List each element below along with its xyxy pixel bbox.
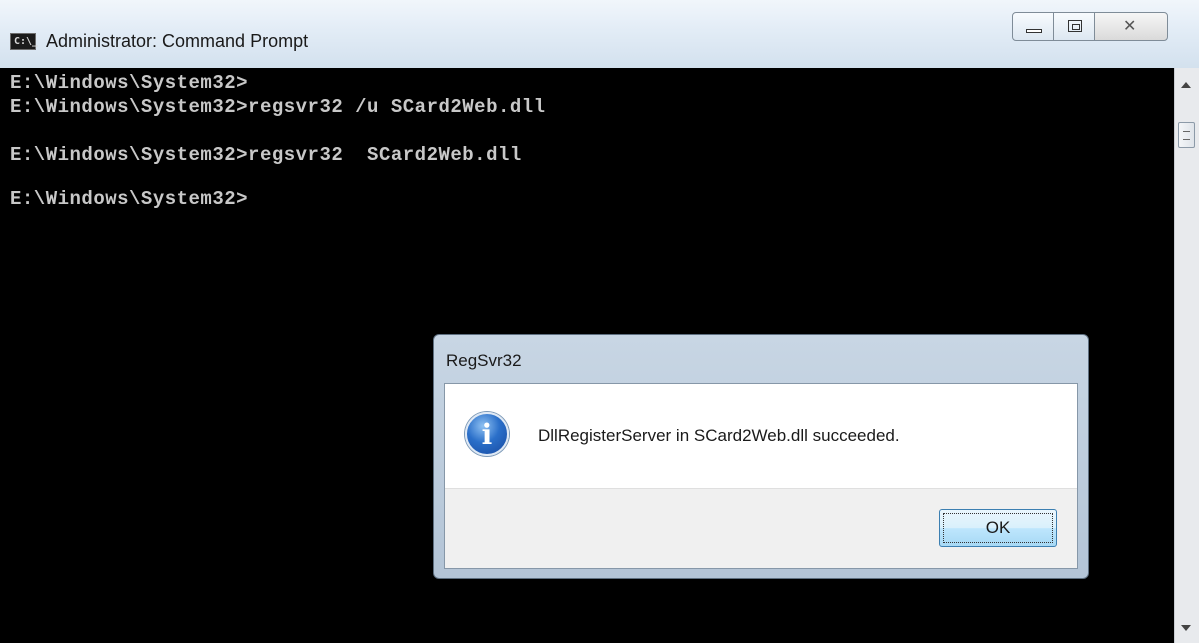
caption-buttons: ✕ (1012, 12, 1168, 43)
maximize-button[interactable] (1053, 12, 1095, 41)
console-line: E:\Windows\System32> (10, 72, 249, 94)
console-line: E:\Windows\System32>regsvr32 /u SCard2We… (10, 96, 546, 118)
minimize-icon (1026, 29, 1042, 33)
close-button[interactable]: ✕ (1094, 12, 1168, 41)
dialog-footer: OK (445, 488, 1077, 568)
vertical-scrollbar[interactable] (1174, 68, 1199, 643)
regsvr32-dialog: RegSvr32 i DllRegisterServer in SCard2We… (433, 334, 1089, 579)
title-bar[interactable]: C:\_ Administrator: Command Prompt ✕ (0, 0, 1199, 69)
close-icon: ✕ (1123, 16, 1137, 35)
ok-button[interactable]: OK (939, 509, 1057, 547)
info-icon: i (465, 412, 509, 456)
scroll-thumb[interactable] (1178, 122, 1195, 148)
console-line: E:\Windows\System32>regsvr32 SCard2Web.d… (10, 144, 522, 166)
dialog-body: i DllRegisterServer in SCard2Web.dll suc… (444, 383, 1078, 569)
console-icon: C:\_ (10, 33, 38, 50)
ok-button-label: OK (985, 518, 1011, 537)
minimize-button[interactable] (1012, 12, 1054, 41)
dialog-title: RegSvr32 (446, 351, 522, 370)
dialog-content: i DllRegisterServer in SCard2Web.dll suc… (445, 384, 1077, 488)
dialog-message: DllRegisterServer in SCard2Web.dll succe… (538, 426, 900, 445)
scroll-down-icon[interactable] (1181, 625, 1191, 631)
maximize-icon (1068, 20, 1082, 32)
window-title: Administrator: Command Prompt (46, 31, 309, 51)
scroll-up-icon[interactable] (1181, 82, 1191, 88)
console-line: E:\Windows\System32> (10, 188, 249, 210)
